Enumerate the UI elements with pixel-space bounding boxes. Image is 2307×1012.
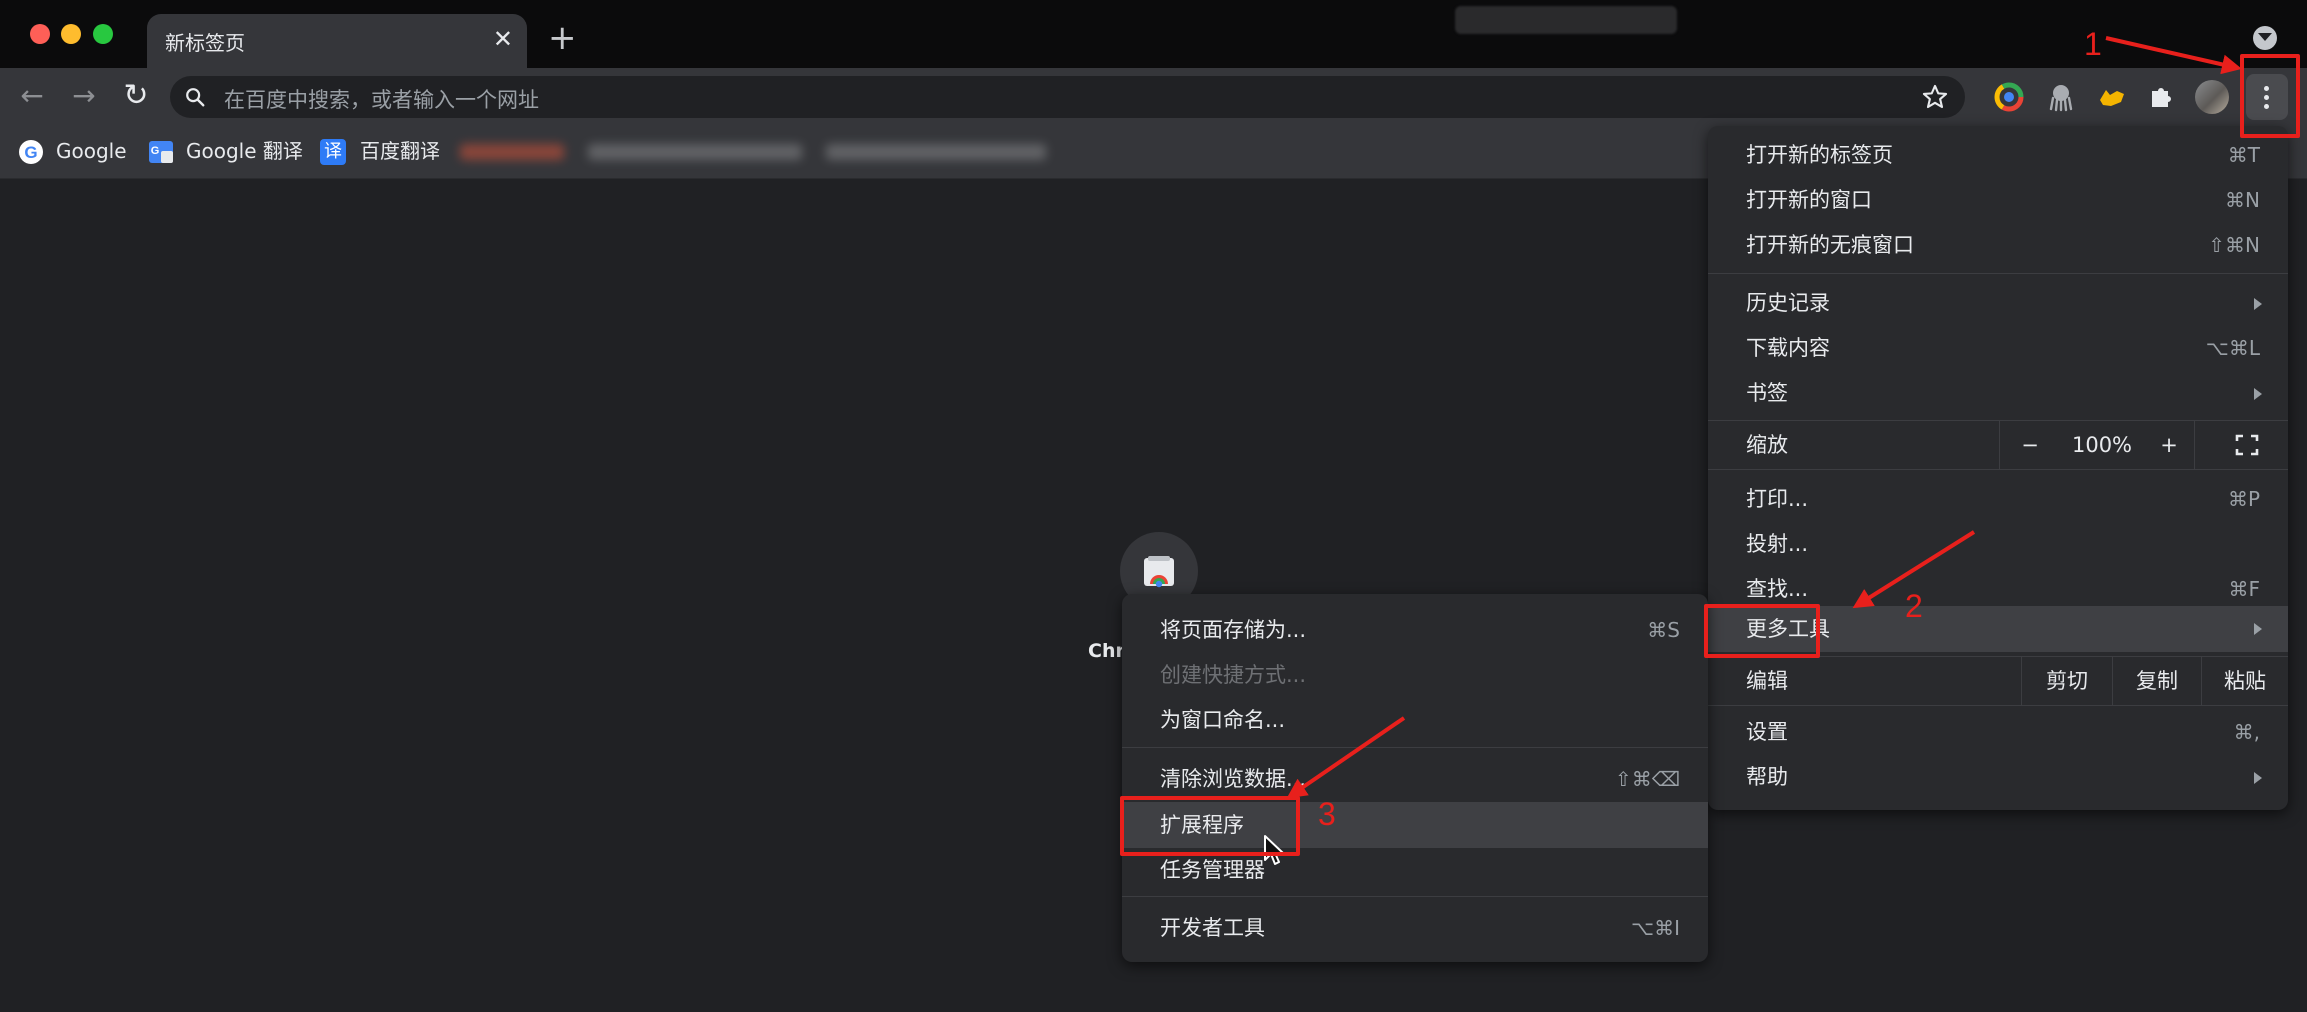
fullscreen-icon[interactable] — [2235, 434, 2259, 456]
back-button[interactable]: ← — [10, 74, 54, 118]
octopus-extension-icon[interactable] — [2046, 82, 2076, 112]
menu-row-zoom: 缩放 − 100% + — [1708, 421, 2288, 469]
annotation-step-3: 3 — [1318, 796, 1336, 832]
menu-separator — [1122, 747, 1708, 748]
google-translate-icon: G — [149, 141, 173, 163]
menu-item-settings[interactable]: 设置 ⌘, — [1708, 710, 2288, 754]
submenu-item-dev-tools[interactable]: 开发者工具 ⌥⌘I — [1122, 906, 1708, 950]
bookmark-label: 百度翻译 — [360, 139, 440, 163]
submenu-item-name-window[interactable]: 为窗口命名... — [1122, 698, 1708, 742]
menu-separator — [1708, 273, 2288, 274]
edit-paste-button[interactable]: 粘贴 — [2202, 657, 2288, 705]
annotation-box-menu — [2240, 54, 2300, 138]
chevron-right-icon — [2254, 388, 2262, 400]
chrome-web-store-icon — [1144, 556, 1174, 588]
menu-item-help[interactable]: 帮助 — [1708, 755, 2288, 799]
reload-button[interactable]: ↻ — [114, 74, 158, 118]
chevron-right-icon — [2254, 298, 2262, 310]
annotation-step-1: 1 — [2084, 26, 2102, 62]
edit-copy-button[interactable]: 复制 — [2113, 657, 2201, 705]
maximize-window-button[interactable] — [93, 24, 113, 44]
chrome-main-menu: 打开新的标签页 ⌘T 打开新的窗口 ⌘N 打开新的无痕窗口 ⇧⌘N 历史记录 下… — [1708, 126, 2288, 810]
bookmark-star-icon[interactable] — [1921, 83, 1949, 111]
edit-cut-button[interactable]: 剪切 — [2022, 657, 2112, 705]
menu-separator — [1708, 469, 2288, 470]
tab-strip: 新标签页 ✕ + — [0, 0, 2307, 68]
tab-title: 新标签页 — [165, 31, 245, 55]
forward-button[interactable]: → — [62, 74, 106, 118]
svg-text:G: G — [151, 145, 160, 157]
zoom-out-button[interactable]: − — [2000, 421, 2060, 469]
yellow-cat-extension-icon[interactable] — [2097, 82, 2127, 112]
bookmark-label: Google 翻译 — [186, 139, 303, 163]
menu-item-history[interactable]: 历史记录 — [1708, 281, 2288, 325]
search-icon — [186, 88, 205, 107]
menu-row-edit: 编辑 剪切 复制 粘贴 — [1708, 657, 2288, 705]
blurred-bookmark[interactable] — [588, 144, 802, 160]
close-icon[interactable]: ✕ — [493, 24, 513, 54]
blurred-bookmark[interactable] — [826, 144, 1046, 160]
search-input[interactable]: 在百度中搜索，或者输入一个网址 — [224, 84, 539, 114]
puzzle-extensions-icon[interactable] — [2147, 82, 2177, 112]
annotation-box-extensions — [1120, 796, 1300, 856]
blurred-bookmark[interactable] — [460, 144, 564, 160]
close-window-button[interactable] — [30, 24, 50, 44]
svg-text:G: G — [24, 143, 37, 162]
submenu-item-create-shortcut: 创建快捷方式... — [1160, 663, 1307, 687]
address-bar[interactable]: 在百度中搜索，或者输入一个网址 — [170, 76, 1965, 118]
annotation-box-more-tools — [1704, 604, 1820, 658]
annotation-step-2: 2 — [1905, 588, 1923, 624]
tab-new-tab[interactable]: 新标签页 ✕ — [147, 14, 527, 68]
bookmark-label: Google — [56, 139, 127, 163]
menu-separator — [1122, 896, 1708, 897]
google-icon: G — [19, 140, 43, 164]
minimize-window-button[interactable] — [61, 24, 81, 44]
chevron-right-icon — [2254, 772, 2262, 784]
new-tab-button[interactable]: + — [548, 20, 577, 56]
menu-item-cast[interactable]: 投射... — [1708, 522, 2288, 566]
submenu-item-save-page[interactable]: 将页面存储为... ⌘S — [1122, 608, 1708, 652]
zoom-level: 100% — [2071, 433, 2133, 457]
submenu-item-clear-data[interactable]: 清除浏览数据... ⇧⌘⌫ — [1122, 757, 1708, 801]
menu-item-new-tab[interactable]: 打开新的标签页 ⌘T — [1708, 133, 2288, 177]
menu-item-downloads[interactable]: 下载内容 ⌥⌘L — [1708, 326, 2288, 370]
baidu-translate-icon: 译 — [320, 139, 346, 165]
chevron-right-icon — [2254, 623, 2262, 635]
more-tools-submenu: 将页面存储为... ⌘S 创建快捷方式... 为窗口命名... 清除浏览数据..… — [1122, 594, 1708, 962]
toolbar: ← → ↻ 在百度中搜索，或者输入一个网址 — [0, 68, 2307, 126]
shortcut-label: Chr — [1088, 640, 1125, 662]
zoom-in-button[interactable]: + — [2144, 421, 2194, 469]
chevron-down-icon — [2258, 33, 2272, 41]
chrome-colorful-extension-icon[interactable] — [1994, 82, 2024, 112]
menu-item-new-window[interactable]: 打开新的窗口 ⌘N — [1708, 178, 2288, 222]
menu-item-incognito[interactable]: 打开新的无痕窗口 ⇧⌘N — [1708, 223, 2288, 267]
menu-item-print[interactable]: 打印... ⌘P — [1708, 477, 2288, 521]
menu-item-bookmarks[interactable]: 书签 — [1708, 371, 2288, 415]
blurred-tab — [1455, 6, 1677, 34]
menu-separator — [1708, 705, 2288, 706]
avatar[interactable] — [2195, 80, 2229, 114]
